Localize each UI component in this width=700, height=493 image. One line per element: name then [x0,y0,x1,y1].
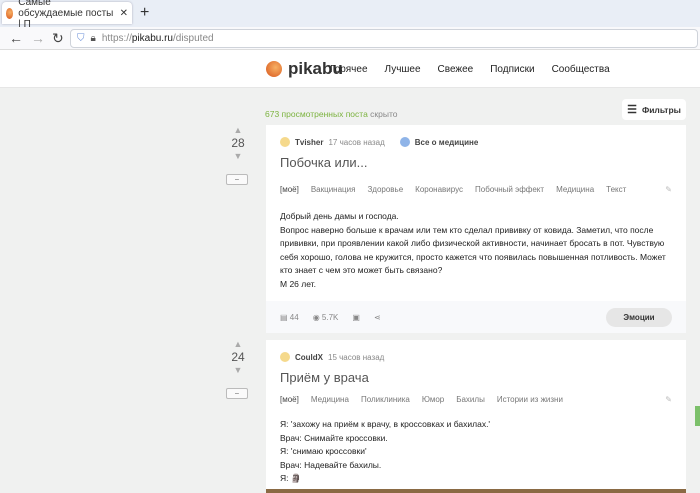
post-title[interactable]: Приём у врача [266,362,686,385]
vote-block: ▲ 24 ▼ – [226,339,250,399]
pikabu-favicon-icon [6,7,14,19]
url-domain: pikabu.ru [131,33,173,44]
community-avatar[interactable] [399,137,410,147]
browser-tab[interactable]: Самые обсуждаемые посты | П ✕ [2,0,132,30]
post-author[interactable]: Tvisher [295,138,323,147]
sliders-icon: ☰ [627,104,637,116]
post-line: М 26 лет. [280,278,316,289]
tag[interactable]: Медицина [556,185,594,194]
post-rating: 28 [231,136,245,150]
post-author[interactable]: CouldX [295,353,323,362]
post-line: Вопрос наверно больше к врачам или тем к… [280,224,666,276]
hidden-posts-notice: 673 просмотренных поста скрыто [265,109,398,119]
comment-icon: ▤ [280,312,288,322]
url-path: /disputed [172,33,214,44]
filters-button[interactable]: ☰ Фильтры [622,99,686,120]
share-icon[interactable]: ⋖ [374,313,381,322]
avatar[interactable] [280,137,290,147]
hidden-count-link[interactable]: 673 просмотренных поста [265,109,368,119]
post-line: Я: 🗿 [280,473,302,483]
eye-icon: ◉ [312,312,320,322]
downvote-icon[interactable]: ▼ [226,365,250,375]
back-icon[interactable]: ← [9,30,23,46]
post-rating: 24 [231,350,245,364]
views-count: 5.7K [321,312,339,322]
post-community[interactable]: Все о медицине [415,138,479,147]
tag[interactable]: Текст [606,185,626,194]
nav-fresh[interactable]: Свежее [438,64,474,75]
upvote-icon[interactable]: ▲ [226,339,250,349]
post-tags: [моё] Медицина Поликлиника Юмор Бахилы Истори… [266,395,686,404]
comments-link[interactable]: ▤ 44 [280,313,299,322]
post-line: Добрый день дамы и господа. [280,211,399,221]
forward-icon[interactable]: → [31,30,45,46]
post-line: Врач: Надевайте бахилы. [280,459,382,470]
save-icon[interactable]: ▣ [352,313,360,322]
edit-tags-icon[interactable]: ✎ [665,185,672,194]
nav-subscriptions[interactable]: Подписки [490,64,534,75]
filters-label: Фильтры [641,104,681,115]
url-input[interactable]: ⛉ 🔒︎ https://pikabu.ru/disputed [70,29,698,48]
edit-tags-icon[interactable]: ✎ [665,395,672,404]
post-body: Добрый день дамы и господа. Вопрос навер… [266,210,686,294]
comments-count: 44 [289,312,299,322]
post-body: Я: 'захожу на приём к врачу, в кроссовка… [266,418,686,486]
lock-icon: 🔒︎ [90,33,96,44]
tag[interactable]: [моё] [280,185,299,194]
views: ◉ 5.7K [313,313,339,322]
post-tags: [моё] Вакцинация Здоровье Коронавирус Побочн… [266,185,686,194]
emotions-button[interactable]: Эмоции [606,307,672,327]
collapse-post-button[interactable]: – [226,388,248,399]
tab-title: Самые обсуждаемые посты | П [18,0,114,30]
post-card: Tvisher 17 часов назад Все о медицине Побо… [266,125,686,333]
address-bar-row: ← → ↻ ⛉ 🔒︎ https://pikabu.ru/disputed [0,27,700,50]
post-line: Я: 'снимаю кроссовки' [280,446,367,456]
tag[interactable]: Вакцинация [311,185,356,194]
url-prefix: https:// [101,33,132,44]
post-image [266,489,686,493]
post-time: 17 часов назад [328,137,385,147]
avatar[interactable] [280,352,290,362]
post-footer: ▤ 44 ◉ 5.7K ▣ ⋖ Эмоции [266,301,686,333]
main-nav: Горячее Лучшее Свежее Подписки Сообществ… [330,64,610,75]
reload-icon[interactable]: ↻ [52,30,64,47]
pikabu-logo-icon [266,61,282,77]
tab-bar: Самые обсуждаемые посты | П ✕ + [0,0,700,30]
collapse-post-button[interactable]: – [226,174,248,185]
tag[interactable]: Коронавирус [415,185,463,194]
new-tab-button[interactable]: + [140,4,149,22]
downvote-icon[interactable]: ▼ [226,151,250,161]
tag[interactable]: Юмор [422,395,444,404]
upvote-icon[interactable]: ▲ [226,125,250,135]
tag[interactable]: Поликлиника [361,395,410,404]
tag[interactable]: Бахилы [456,395,485,404]
post-time: 15 часов назад [328,352,385,362]
nav-hot[interactable]: Горячее [330,64,368,75]
tag[interactable]: Побочный эффект [475,185,544,194]
close-tab-icon[interactable]: ✕ [120,8,132,19]
post-card: CouldX 15 часов назад Приём у врача [моё]… [266,340,686,493]
scrollbar[interactable] [695,406,700,426]
nav-communities[interactable]: Сообщества [552,64,610,75]
tag[interactable]: Медицина [311,395,349,404]
tag[interactable]: Истории из жизни [497,395,563,404]
shield-icon: ⛉ [77,33,85,44]
post-line: Я: 'захожу на приём к врачу, в кроссовка… [280,419,491,429]
post-title[interactable]: Побочка или... [266,147,686,170]
tag[interactable]: Здоровье [367,185,403,194]
vote-block: ▲ 28 ▼ – [226,125,250,185]
hidden-suffix: скрыто [370,109,398,119]
post-line: Врач: Снимайте кроссовки. [280,432,388,443]
nav-best[interactable]: Лучшее [385,64,421,75]
tag[interactable]: [моё] [280,395,299,404]
